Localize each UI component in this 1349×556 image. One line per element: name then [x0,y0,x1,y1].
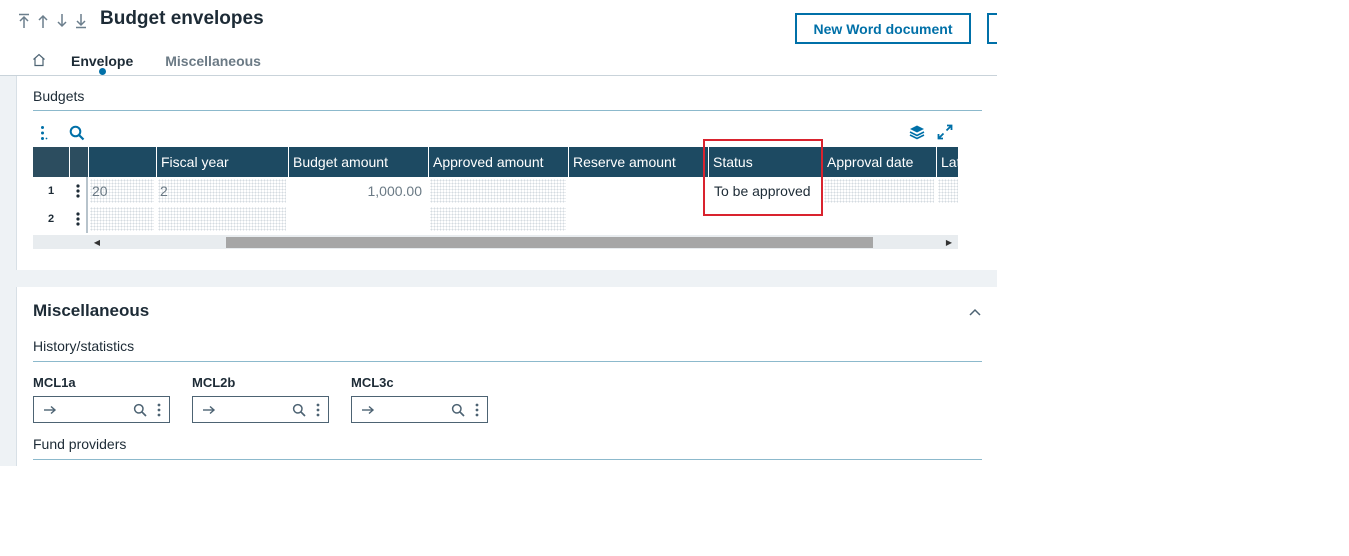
cell-budget-amount[interactable]: 1,000.00 [290,179,426,203]
content-area: Budgets Fiscal year Budget amount Approv… [0,76,997,466]
cell-first[interactable]: 20 [90,179,154,203]
cell-reserve-amount[interactable] [570,207,706,231]
tab-envelope[interactable]: Envelope [71,48,134,75]
field-label-mcl1a: MCL1a [33,375,76,390]
cell-fiscal-year[interactable]: 2 [158,179,286,203]
column-header-approved-amount[interactable]: Approved amount [428,147,568,177]
page-header: Budget envelopes New Word document Envel… [0,0,997,76]
arrow-right-icon[interactable] [360,402,376,418]
row-number-header [33,147,69,177]
move-down-icon[interactable] [54,11,70,31]
column-header-fiscal-year[interactable]: Fiscal year [156,147,288,177]
column-header-lat[interactable]: Lat [936,147,958,177]
more-vertical-icon[interactable] [69,177,88,205]
more-vertical-icon[interactable] [35,124,53,142]
row-number: 1 [33,177,69,205]
tab-bar: Envelope Miscellaneous [28,48,293,76]
cell-lat[interactable] [938,179,958,203]
chevron-up-icon[interactable] [967,304,983,320]
column-header-budget-amount[interactable]: Budget amount [288,147,428,177]
cell-fiscal-year[interactable] [158,207,286,231]
column-header-approval-date[interactable]: Approval date [822,147,936,177]
cell-approval-date[interactable] [824,207,934,231]
new-word-document-button[interactable]: New Word document [795,13,971,44]
cell-status[interactable]: To be approved [708,179,822,203]
budgets-section: Budgets Fiscal year Budget amount Approv… [16,76,997,270]
search-icon[interactable] [132,402,148,418]
search-icon[interactable] [291,402,307,418]
search-icon[interactable] [450,402,466,418]
move-last-icon[interactable] [73,11,89,31]
cell-reserve-amount[interactable] [570,179,706,203]
home-icon[interactable] [28,49,50,71]
move-up-icon[interactable] [35,11,51,31]
section-divider [33,110,982,111]
cell-approved-amount[interactable] [430,179,566,203]
cell-approved-amount[interactable] [430,207,566,231]
app-window: Budget envelopes New Word document Envel… [0,0,997,466]
secondary-action-button[interactable] [987,13,997,44]
tab-envelope-label: Envelope [71,53,134,69]
cell-approval-date[interactable] [824,179,934,203]
miscellaneous-section: Miscellaneous History/statistics MCL1a M… [16,287,997,466]
field-label-mcl3c: MCL3c [351,375,394,390]
more-vertical-icon[interactable] [471,402,483,418]
row-menu-header [69,147,88,177]
mcl1a-field[interactable] [33,396,170,423]
fund-providers-label: Fund providers [33,436,127,452]
horizontal-scrollbar[interactable]: ◀ ▶ [33,235,958,249]
tab-miscellaneous-label: Miscellaneous [165,53,261,69]
cell-first[interactable] [90,207,154,231]
scrollbar-thumb[interactable] [226,237,873,248]
field-label-mcl2b: MCL2b [192,375,236,390]
more-vertical-icon[interactable] [153,402,165,418]
scroll-right-icon[interactable]: ▶ [942,235,956,249]
arrow-right-icon[interactable] [201,402,217,418]
cell-status[interactable] [708,207,822,231]
table-header: Fiscal year Budget amount Approved amoun… [33,147,958,177]
more-vertical-icon[interactable] [312,402,324,418]
move-first-icon[interactable] [16,11,32,31]
column-header-reserve-amount[interactable]: Reserve amount [568,147,708,177]
budgets-table: Fiscal year Budget amount Approved amoun… [33,147,958,250]
table-row[interactable]: 1 20 2 1,000.00 To be approved [33,177,958,205]
search-icon[interactable] [68,124,86,142]
page-title: Budget envelopes [100,8,264,29]
budgets-section-label: Budgets [33,88,85,104]
active-tab-indicator [99,68,107,75]
table-row[interactable]: 2 [33,205,958,233]
section-divider [33,459,982,460]
history-statistics-label: History/statistics [33,338,135,354]
scroll-left-icon[interactable]: ◀ [90,235,104,249]
row-number: 2 [33,205,69,233]
layers-icon[interactable] [908,123,926,141]
section-divider [33,361,982,362]
column-header-status[interactable]: Status [708,147,822,177]
arrow-right-icon[interactable] [42,402,58,418]
record-navigation [16,11,89,31]
expand-icon[interactable] [936,123,954,141]
cell-budget-amount[interactable] [290,207,426,231]
mcl3c-field[interactable] [351,396,488,423]
column-header-first[interactable] [88,147,156,177]
tab-miscellaneous[interactable]: Miscellaneous [165,48,261,69]
mcl2b-field[interactable] [192,396,329,423]
more-vertical-icon[interactable] [69,205,88,233]
miscellaneous-section-title: Miscellaneous [33,301,150,320]
